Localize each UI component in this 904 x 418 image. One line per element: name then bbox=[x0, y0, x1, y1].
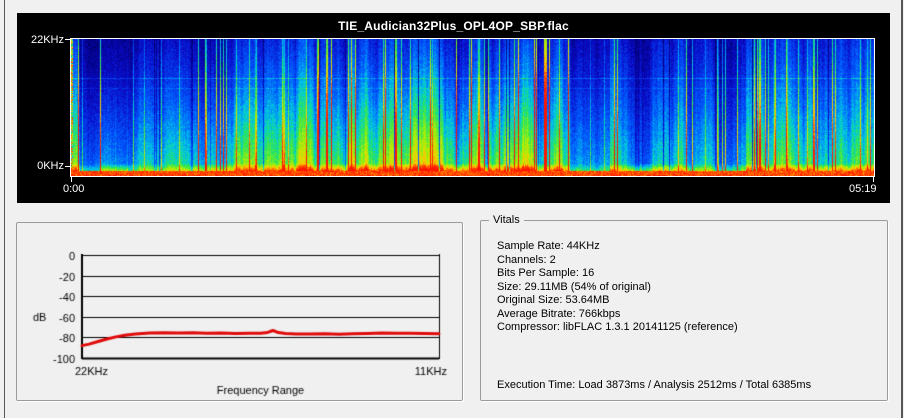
freq-axis-tick-bottom bbox=[65, 166, 71, 167]
vitals-line-compressor: Compressor: libFLAC 1.3.1 20141125 (refe… bbox=[497, 321, 738, 335]
spectrogram-frame bbox=[70, 38, 875, 177]
spectrogram-title: TIE_Audician32Plus_OPL4OP_SBP.flac bbox=[17, 19, 890, 33]
vitals-group: Vitals Sample Rate: 44KHz Channels: 2 Bi… bbox=[480, 220, 888, 401]
spectrogram-panel: TIE_Audician32Plus_OPL4OP_SBP.flac 22KHz… bbox=[17, 13, 890, 203]
time-axis-tick-end bbox=[873, 177, 874, 182]
time-axis-label-end: 05:19 bbox=[849, 183, 877, 195]
frequency-response-panel bbox=[16, 222, 463, 401]
freq-axis-tick-top bbox=[65, 39, 71, 40]
spectrogram-image bbox=[71, 39, 874, 176]
vitals-line-average-bitrate: Average Bitrate: 766kbps bbox=[497, 308, 738, 322]
frequency-response-chart bbox=[17, 223, 462, 400]
vitals-line-channels: Channels: 2 bbox=[497, 254, 738, 268]
execution-time-line: Execution Time: Load 3873ms / Analysis 2… bbox=[497, 379, 811, 391]
vitals-lines: Sample Rate: 44KHz Channels: 2 Bits Per … bbox=[497, 240, 738, 335]
vitals-line-original-size: Original Size: 53.64MB bbox=[497, 294, 738, 308]
freq-axis-label-top: 22KHz bbox=[17, 34, 64, 46]
vitals-line-sample-rate: Sample Rate: 44KHz bbox=[497, 240, 738, 254]
freq-axis-label-bottom: 0KHz bbox=[17, 160, 64, 172]
vitals-group-title: Vitals bbox=[489, 213, 524, 227]
window-edge-right bbox=[901, 0, 903, 418]
analyzer-window: TIE_Audician32Plus_OPL4OP_SBP.flac 22KHz… bbox=[0, 0, 904, 418]
vitals-line-bits-per-sample: Bits Per Sample: 16 bbox=[497, 267, 738, 281]
time-axis-label-start: 0:00 bbox=[63, 183, 84, 195]
vitals-line-size: Size: 29.11MB (54% of original) bbox=[497, 281, 738, 295]
time-axis-tick-start bbox=[71, 177, 72, 182]
window-edge-left bbox=[4, 0, 5, 418]
